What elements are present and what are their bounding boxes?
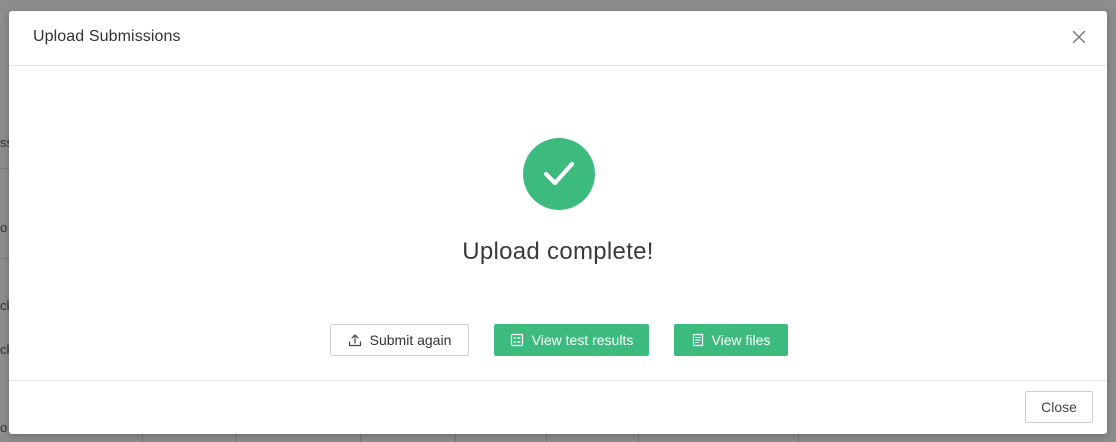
submit-again-label: Submit again	[369, 332, 452, 348]
upload-status-text: Upload complete!	[462, 238, 654, 265]
upload-icon	[348, 333, 362, 347]
submit-again-button[interactable]: Submit again	[330, 324, 469, 356]
test-results-icon	[510, 333, 524, 347]
view-files-button[interactable]: View files	[674, 324, 788, 356]
dialog-header: Upload Submissions	[9, 11, 1107, 66]
dialog-title: Upload Submissions	[33, 28, 181, 45]
view-test-results-label: View test results	[531, 332, 634, 348]
checkmark-icon	[523, 138, 595, 210]
background-fragment: o	[0, 420, 8, 435]
close-icon[interactable]	[1069, 27, 1089, 47]
upload-submissions-dialog: Upload Submissions Upload complete! Subm…	[9, 11, 1107, 434]
dialog-body: Upload complete! Submit again View test …	[9, 66, 1107, 381]
document-icon	[692, 333, 704, 347]
dialog-footer: Close	[9, 380, 1107, 434]
background-fragment: o	[0, 220, 8, 235]
view-files-label: View files	[711, 332, 771, 348]
close-button[interactable]: Close	[1025, 391, 1093, 423]
view-test-results-button[interactable]: View test results	[494, 324, 649, 356]
